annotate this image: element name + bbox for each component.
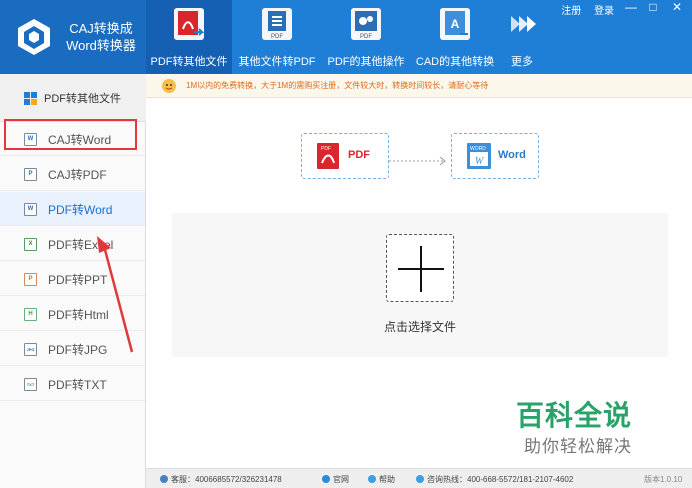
main-panel: PDF PDF W WORD Word 点击选择文件 百科全说 助你轻松解决	[146, 98, 692, 468]
watermark-title: 百科全说	[516, 399, 633, 432]
sidebar-item-label: PDF转PPT	[48, 273, 108, 287]
account-links: 注册 登录	[551, 2, 614, 17]
phone-icon	[416, 475, 424, 483]
sidebar-item-pdf-to-html[interactable]: H PDF转Html	[0, 297, 145, 331]
notice-text: 1M以内的免费转换，大于1M的需购买注册，文件较大时，转换时间较长，请耐心等待	[186, 81, 489, 90]
app-logo-icon	[18, 19, 50, 55]
sidebar-item-pdf-to-txt[interactable]: TXT PDF转TXT	[0, 367, 145, 401]
jpg-file-icon: JPG	[24, 343, 37, 356]
svg-text:WORD: WORD	[470, 146, 486, 152]
add-file-label[interactable]: 点击选择文件	[380, 318, 460, 335]
customer-service-info: 客服：4006685572/326231478	[160, 474, 282, 485]
mascot-icon	[162, 79, 176, 93]
app-title-line1: CAJ转换成	[69, 21, 133, 36]
svg-text:A: A	[451, 17, 460, 31]
word-file-icon: W WORD	[467, 143, 491, 169]
nav-more[interactable]: 更多	[500, 0, 544, 74]
login-link[interactable]: 登录	[594, 6, 614, 17]
minimize-button[interactable]: —	[620, 0, 642, 16]
grid-icon	[24, 92, 37, 105]
globe-icon	[322, 475, 330, 483]
app-logo-area: CAJ转换成 Word转换器	[0, 0, 146, 74]
word-file-icon: W	[24, 203, 37, 216]
nav-label: PDF的其他操作	[327, 56, 405, 68]
txt-file-icon: TXT	[24, 378, 37, 391]
nav-pdf-operations[interactable]: PDF PDF的其他操作	[323, 0, 409, 74]
svg-text:PDF: PDF	[321, 146, 331, 152]
website-link[interactable]: 官网	[322, 474, 349, 485]
nav-other-to-pdf[interactable]: PDF 其他文件转PDF	[234, 0, 320, 74]
cad-icon: A	[440, 8, 470, 40]
annotation-highlight-box	[4, 119, 137, 150]
pdf-file-icon: PDF	[317, 143, 339, 169]
website-link-text: 官网	[333, 475, 349, 484]
svg-text:PDF: PDF	[360, 34, 372, 40]
nav-label: CAD的其他转换	[415, 56, 495, 68]
sidebar-item-label: PDF转Excel	[48, 238, 114, 252]
source-format-box: PDF PDF	[301, 133, 389, 179]
help-icon	[368, 475, 376, 483]
source-format-label: PDF	[348, 149, 370, 161]
customer-service-text: 客服：4006685572/326231478	[171, 475, 282, 484]
close-button[interactable]: ✕	[666, 0, 688, 16]
watermark-subtitle: 助你轻松解决	[524, 437, 632, 457]
pdf-file-icon: P	[24, 168, 37, 181]
nav-label: 更多	[511, 56, 533, 68]
target-format-box: W WORD Word	[451, 133, 539, 179]
sidebar-item-pdf-to-word[interactable]: W PDF转Word	[0, 192, 145, 226]
hotline-info: 咨询热线：400-668-5572/181-2107-4602	[416, 474, 573, 485]
user-icon	[160, 475, 168, 483]
nav-cad-conversion[interactable]: A CAD的其他转换	[412, 0, 498, 74]
nav-label: 其他文件转PDF	[238, 56, 316, 68]
help-link[interactable]: 帮助	[368, 474, 395, 485]
sidebar-item-pdf-to-ppt[interactable]: P PDF转PPT	[0, 262, 145, 296]
top-toolbar: CAJ转换成 Word转换器 PDF转其他文件 PDF 其他文件转PDF PDF…	[0, 0, 692, 74]
gear-pdf-icon: PDF	[351, 8, 381, 40]
hotline-text: 咨询热线：400-668-5572/181-2107-4602	[427, 475, 574, 484]
version-label: 版本1.0.10	[644, 475, 683, 484]
excel-file-icon: X	[24, 238, 37, 251]
double-chevron-icon	[511, 16, 536, 32]
status-bar: 客服：4006685572/326231478 官网 帮助 咨询热线：400-6…	[146, 468, 692, 488]
restore-button[interactable]: □	[642, 0, 664, 16]
nav-pdf-to-other[interactable]: PDF转其他文件	[146, 0, 232, 74]
sidebar-item-label: PDF转JPG	[48, 343, 108, 357]
notice-bar: 1M以内的免费转换，大于1M的需购买注册，文件较大时，转换时间较长，请耐心等待	[146, 74, 692, 98]
pdf-icon	[174, 8, 204, 40]
app-title: CAJ转换成 Word转换器	[60, 20, 142, 54]
conversion-arrow-icon	[389, 156, 446, 166]
html-file-icon: H	[24, 308, 37, 321]
sidebar-item-label: PDF转TXT	[48, 378, 107, 392]
register-link[interactable]: 注册	[561, 6, 581, 17]
target-format-label: Word	[498, 149, 526, 161]
sidebar-item-label: PDF转Word	[48, 203, 113, 217]
add-file-button[interactable]	[386, 234, 454, 302]
sidebar-item-label: PDF转Html	[48, 308, 109, 322]
sidebar-item-pdf-to-jpg[interactable]: JPG PDF转JPG	[0, 332, 145, 366]
sidebar-header: PDF转其他文件	[0, 74, 146, 122]
nav-label: PDF转其他文件	[150, 56, 228, 68]
ppt-file-icon: P	[24, 273, 37, 286]
sidebar-item-label: CAJ转PDF	[48, 168, 107, 182]
sidebar-header-label: PDF转其他文件	[44, 93, 121, 105]
sidebar-item-pdf-to-excel[interactable]: X PDF转Excel	[0, 227, 145, 261]
help-link-text: 帮助	[379, 475, 395, 484]
app-title-line2: Word转换器	[66, 38, 136, 53]
svg-text:PDF: PDF	[271, 34, 283, 40]
document-to-pdf-icon: PDF	[262, 8, 292, 40]
sidebar-item-caj-to-pdf[interactable]: P CAJ转PDF	[0, 157, 145, 191]
